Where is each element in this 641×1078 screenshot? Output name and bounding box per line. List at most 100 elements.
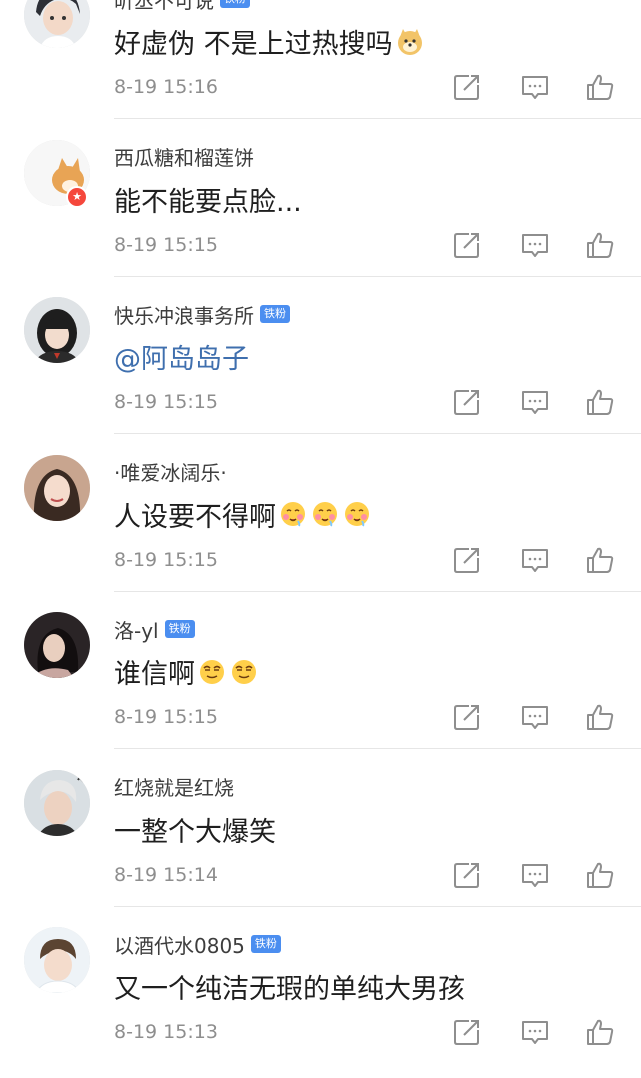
username-row: 快乐冲浪事务所 铁粉 (114, 300, 290, 329)
avatar-image (24, 769, 90, 836)
comment-item: 洛-yl 铁粉谁信啊 8-19 15:15 (0, 612, 641, 769)
drooling-face-emoji (278, 499, 308, 529)
like-button[interactable] (585, 545, 615, 575)
reply-button[interactable] (520, 387, 550, 417)
timestamp: 8-19 15:15 (114, 233, 218, 256)
like-button[interactable] (585, 230, 615, 260)
like-button[interactable] (585, 702, 615, 732)
share-icon (454, 547, 479, 573)
username[interactable]: 快乐冲浪事务所 (114, 300, 254, 329)
comment-item: 红烧就是红烧 一整个大爆笑 8-19 15:14 (0, 769, 641, 927)
divider (114, 590, 641, 592)
username-row: ·唯爱冰阔乐· (114, 459, 227, 485)
reply-button[interactable] (520, 230, 550, 260)
timestamp: 8-19 15:15 (114, 391, 218, 413)
comment-text-content: 谁信啊 (114, 659, 195, 690)
like-button[interactable] (585, 387, 615, 417)
smirk-face-emoji (197, 657, 227, 687)
avatar[interactable] (24, 612, 90, 678)
comment-text: 谁信啊 (114, 652, 259, 691)
drooling-face-emoji (310, 499, 340, 529)
avatar[interactable] (24, 297, 90, 363)
username[interactable]: 红烧就是红烧 (114, 772, 234, 801)
thumbs-up-icon (587, 1019, 614, 1045)
username[interactable]: ·唯爱冰阔乐· (114, 457, 227, 486)
like-button[interactable] (585, 72, 615, 102)
share-button[interactable] (452, 545, 482, 575)
reply-button[interactable] (520, 1017, 550, 1047)
share-button[interactable] (452, 387, 482, 417)
divider (114, 118, 641, 119)
comment-icon (522, 548, 548, 572)
avatar-image (24, 927, 90, 993)
avatar[interactable] (24, 927, 90, 993)
username-row: 洛-yl 铁粉 (114, 615, 195, 644)
reply-button[interactable] (520, 860, 550, 890)
avatar-image (24, 454, 90, 521)
mention-link[interactable]: @阿岛岛子 (114, 337, 249, 376)
share-icon (454, 75, 479, 100)
reply-button[interactable] (520, 702, 550, 732)
comment-item: 以酒代水0805 铁粉又一个纯洁无瑕的单纯大男孩 8-19 15:13 (0, 927, 641, 1078)
thumbs-up-icon (587, 704, 614, 730)
avatar[interactable] (24, 0, 90, 48)
comment-item: ★ 西瓜糖和榴莲饼能不能要点脸... 8-19 15:15 (0, 139, 641, 297)
comment-icon (522, 706, 548, 729)
share-button[interactable] (452, 702, 482, 732)
avatar[interactable] (24, 769, 90, 836)
fan-badge: 铁粉 (164, 620, 195, 638)
avatar[interactable] (24, 454, 90, 521)
thumbs-up-icon (587, 74, 614, 100)
avatar-image (24, 612, 90, 678)
username-row: 红烧就是红烧 (114, 774, 234, 800)
fan-badge: 铁粉 (260, 305, 290, 323)
comment-text-content: 好虚伪 不是上过热搜吗 (114, 29, 393, 60)
username[interactable]: 西瓜糖和榴莲饼 (114, 142, 254, 171)
divider (114, 433, 641, 434)
comment-text-content: 一整个大爆笑 (114, 816, 276, 848)
reply-button[interactable] (520, 545, 550, 575)
username[interactable]: 洛-yl (114, 615, 159, 644)
smirk-face-emoji (229, 657, 259, 687)
timestamp: 8-19 15:16 (114, 76, 218, 98)
username-row: 西瓜糖和榴莲饼 (114, 144, 254, 170)
comment-icon (522, 1021, 548, 1044)
avatar-image (24, 0, 90, 48)
share-button[interactable] (452, 1017, 482, 1047)
like-button[interactable] (585, 860, 615, 890)
comment-text: 一整个大爆笑 (114, 810, 276, 849)
share-icon (454, 862, 479, 888)
reply-button[interactable] (520, 72, 550, 102)
comment-item: 昕丞不可说铁粉好虚伪 不是上过热搜吗 8-19 15:16 (0, 0, 641, 139)
username[interactable]: 昕丞不可说 (114, 0, 214, 14)
comment-text-content: 又一个纯洁无瑕的单纯大男孩 (114, 974, 465, 1005)
comment-item: ·唯爱冰阔乐· 人设要不得啊 8-19 15:15 (0, 454, 641, 612)
comment-icon (522, 863, 548, 887)
divider (114, 905, 641, 907)
share-icon (454, 390, 479, 415)
comment-text: 能不能要点脸... (114, 180, 302, 219)
share-button[interactable] (452, 72, 482, 102)
comment-text: 又一个纯洁无瑕的单纯大男孩 (114, 967, 465, 1006)
timestamp: 8-19 15:13 (114, 1021, 218, 1043)
thumbs-up-icon (587, 232, 614, 258)
timestamp: 8-19 15:15 (114, 706, 218, 728)
thumbs-up-icon (587, 862, 614, 888)
fan-badge: 铁粉 (220, 0, 250, 8)
comment-list: 昕丞不可说铁粉好虚伪 不是上过热搜吗8-19 15:16★西瓜糖和榴莲饼能不能要… (0, 0, 641, 1060)
doge-emoji (395, 27, 425, 57)
username[interactable]: 以酒代水0805 (114, 930, 245, 959)
drooling-face-emoji (342, 499, 372, 529)
divider (114, 748, 641, 749)
verified-badge: ★ (66, 185, 88, 208)
share-icon (454, 1020, 479, 1045)
fan-badge: 铁粉 (250, 935, 281, 953)
username-row: 以酒代水0805 铁粉 (114, 930, 281, 959)
thumbs-up-icon (587, 547, 614, 573)
comment-item: 快乐冲浪事务所 铁粉 @阿岛岛子 8-19 15:15 (0, 297, 641, 454)
like-button[interactable] (585, 1017, 615, 1047)
share-button[interactable] (452, 230, 482, 260)
comment-text-content: @阿岛岛子 (114, 344, 249, 375)
share-button[interactable] (452, 860, 482, 890)
avatar-image (24, 297, 90, 363)
